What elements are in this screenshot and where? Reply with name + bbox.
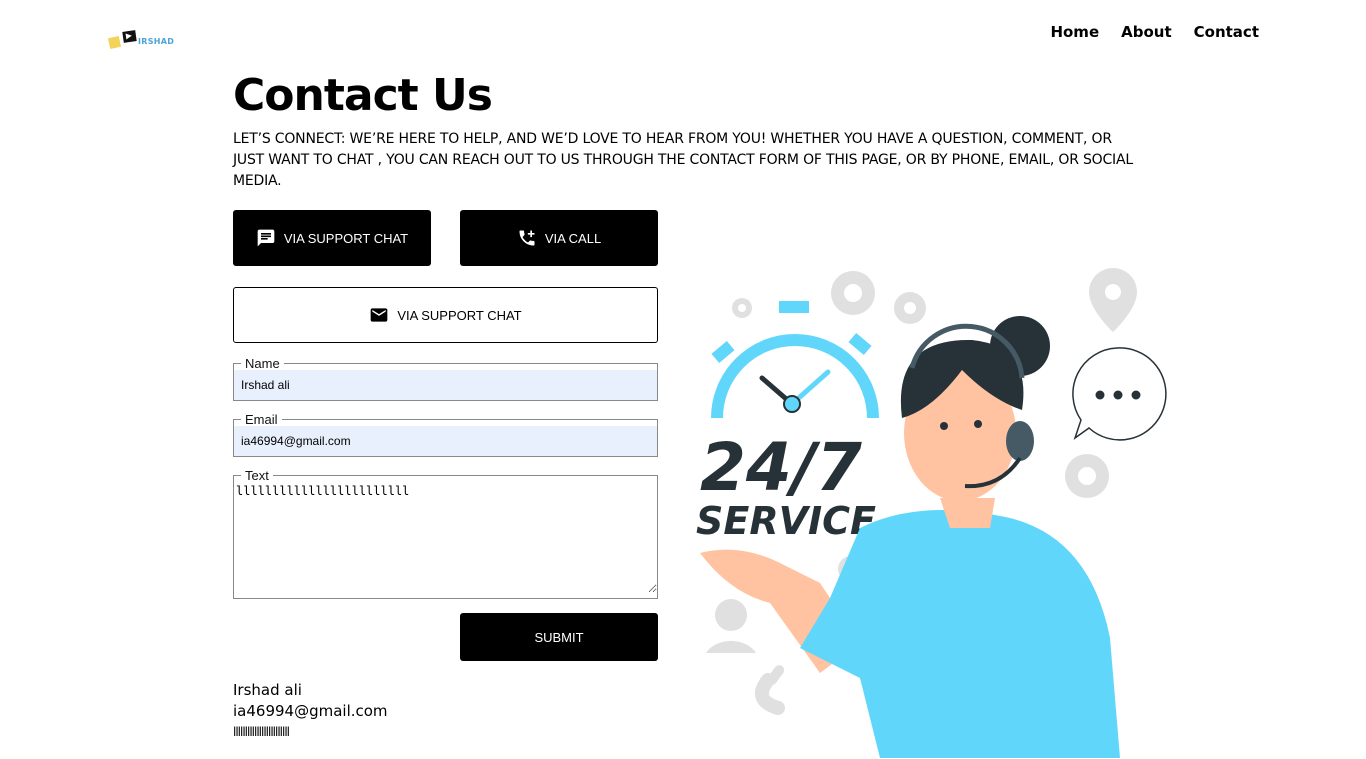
- call-button[interactable]: VIA CALL: [460, 210, 658, 266]
- email-button-label: VIA SUPPORT CHAT: [397, 307, 522, 323]
- name-input[interactable]: [234, 370, 657, 400]
- mail-icon: [371, 308, 388, 322]
- logo-mark-yellow: [107, 35, 122, 50]
- page-title: Contact Us: [233, 70, 493, 121]
- nav-about[interactable]: About: [1121, 23, 1172, 41]
- submit-button[interactable]: SUBMIT: [460, 613, 658, 661]
- chat-icon: [257, 229, 275, 247]
- logo-text: IRSHAD: [138, 37, 175, 46]
- chat-bubble-icon: [1072, 347, 1167, 441]
- text-fieldset: Text llllllllllllllllllllllll: [233, 469, 658, 599]
- email-button[interactable]: VIA SUPPORT CHAT: [233, 287, 658, 343]
- logo[interactable]: IRSHAD: [107, 30, 175, 50]
- nav-home[interactable]: Home: [1050, 23, 1099, 41]
- headline-247: 24/7: [700, 429, 862, 506]
- user-icon: [706, 599, 756, 653]
- intro-text: Let’s Connect: We’re here to help, and w…: [233, 131, 1133, 189]
- text-textarea[interactable]: llllllllllllllllllllllll: [234, 482, 657, 593]
- output-text: llllllllllllllllllllllll: [233, 725, 290, 739]
- name-fieldset: Name: [233, 357, 658, 401]
- submit-label: SUBMIT: [534, 629, 584, 645]
- support-247-illustration: 24/7 SERVICE: [696, 268, 1167, 758]
- output-name: Irshad ali: [233, 681, 302, 699]
- headline-service: SERVICE: [696, 499, 876, 543]
- name-label: Name: [245, 356, 280, 371]
- call-label: VIA CALL: [544, 230, 602, 246]
- email-input[interactable]: [234, 426, 657, 456]
- main-nav: Home About Contact: [1050, 23, 1259, 41]
- support-chat-label: VIA SUPPORT CHAT: [283, 230, 409, 246]
- add-call-icon: [519, 230, 535, 246]
- logo-play-icon: [122, 30, 137, 43]
- support-chat-button[interactable]: VIA SUPPORT CHAT: [233, 210, 431, 266]
- stopwatch-icon: [711, 301, 879, 419]
- email-label: Email: [245, 412, 278, 427]
- output-email: ia46994@gmail.com: [233, 702, 388, 720]
- question-mark-icon: [754, 665, 785, 715]
- email-fieldset: Email: [233, 413, 658, 457]
- text-label: Text: [245, 468, 269, 483]
- submitted-output: Irshad ali ia46994@gmail.com lllllllllll…: [233, 680, 388, 743]
- nav-contact[interactable]: Contact: [1194, 23, 1259, 41]
